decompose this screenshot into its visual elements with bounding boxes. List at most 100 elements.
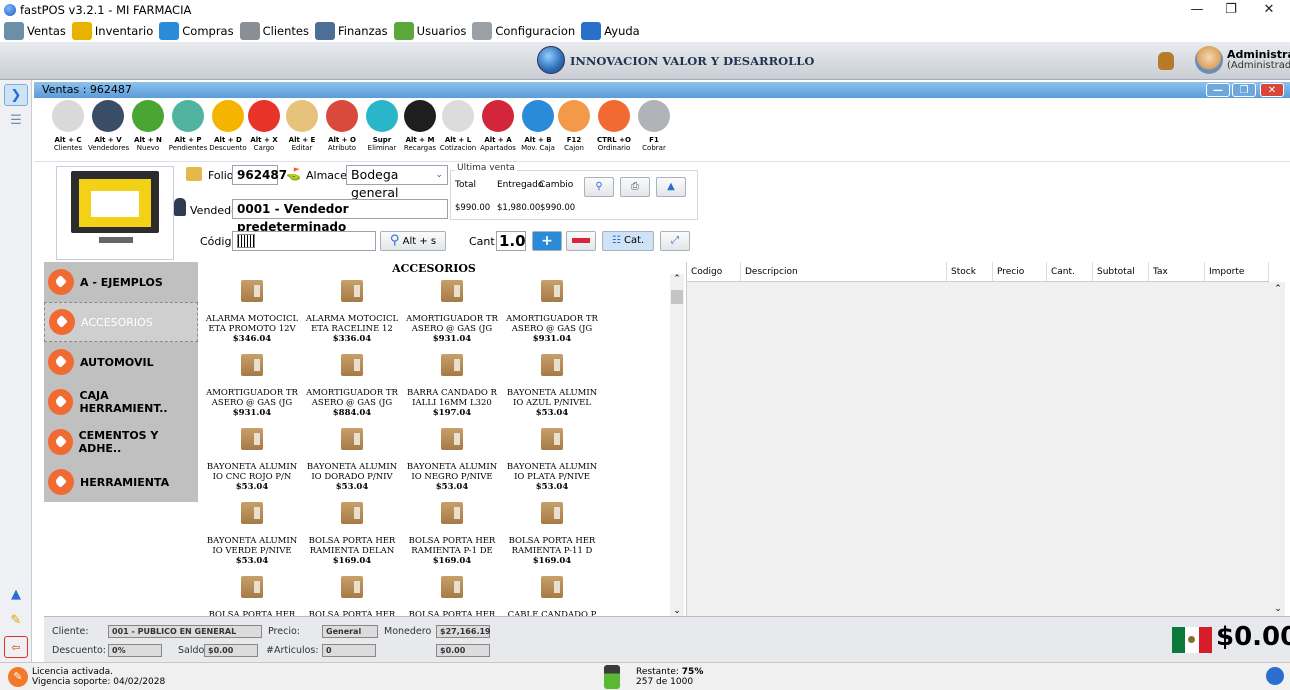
cart-column-header[interactable]: Importe: [1205, 262, 1269, 281]
codigo-input[interactable]: [232, 231, 376, 251]
cart-column-header[interactable]: Tax: [1149, 262, 1205, 281]
maximize-button[interactable]: ❐: [1214, 0, 1248, 20]
product-tile[interactable]: BARRA CANDADO R IALLI 16MM L320 $197.04: [402, 354, 502, 418]
category-item[interactable]: AUTOMOVIL: [44, 342, 198, 382]
tool-cotizacion[interactable]: Alt + L Cotizacion: [438, 100, 478, 152]
category-item[interactable]: CEMENTOS Y ADHE..: [44, 422, 198, 462]
product-price: $169.04: [332, 556, 372, 566]
search-product-button[interactable]: ⚲ Alt + s: [380, 231, 446, 251]
product-tile[interactable]: BOLSA PORTA HER: [402, 576, 502, 616]
product-tile[interactable]: BAYONETA ALUMIN IO CNC ROJO P/N $53.04: [202, 428, 302, 492]
almacen-select[interactable]: Bodega general ⌄: [346, 165, 448, 200]
cliente-value[interactable]: 001 - PUBLICO EN GENERAL: [108, 625, 262, 638]
cart-column-header[interactable]: Precio: [993, 262, 1047, 281]
product-scrollbar[interactable]: ⌃ ⌄: [670, 274, 684, 616]
product-tile[interactable]: BAYONETA ALUMIN IO PLATA P/NIVE $53.04: [502, 428, 602, 492]
tool-cargo[interactable]: Alt + X Cargo: [244, 100, 284, 152]
product-tile[interactable]: AMORTIGUADOR TR ASERO @ GAS (JG $931.04: [402, 280, 502, 344]
menu-ventas[interactable]: Ventas: [4, 22, 66, 40]
product-tile[interactable]: AMORTIGUADOR TR ASERO @ GAS (JG $884.04: [302, 354, 402, 418]
product-tile[interactable]: BOLSA PORTA HER RAMIENTA P-11 D $169.04: [502, 502, 602, 566]
tool-atributo[interactable]: Alt + O Atributo: [322, 100, 362, 152]
product-tile[interactable]: BOLSA PORTA HER RAMIENTA P-1 DE $169.04: [402, 502, 502, 566]
cant-input[interactable]: 1.0: [496, 231, 526, 251]
minimize-button[interactable]: —: [1180, 0, 1214, 20]
category-item[interactable]: HERRAMIENTA: [44, 462, 198, 502]
remove-qty-button[interactable]: [566, 231, 596, 251]
tool-cajon[interactable]: F12 Cajon: [554, 100, 594, 152]
product-tile[interactable]: ALARMA MOTOCICL ETA RACELINE 12 $336.04: [302, 280, 402, 344]
cart-scroll-down-icon[interactable]: ⌄: [1271, 604, 1285, 614]
cart-scroll-up-icon[interactable]: ⌃: [1271, 284, 1285, 294]
category-item[interactable]: A - EJEMPLOS: [44, 262, 198, 302]
product-tile[interactable]: BAYONETA ALUMIN IO NEGRO P/NIVE $53.04: [402, 428, 502, 492]
expand-nav-icon[interactable]: ❯: [4, 84, 28, 106]
scroll-thumb[interactable]: [671, 290, 683, 304]
add-qty-button[interactable]: +: [532, 231, 562, 251]
products-header: ACCESORIOS: [198, 262, 670, 275]
tool-editar[interactable]: Alt + E Editar: [282, 100, 322, 152]
tool-pendientes[interactable]: Alt + P Pendientes: [168, 100, 208, 152]
menu-inventario[interactable]: Inventario: [71, 22, 153, 40]
product-tile[interactable]: AMORTIGUADOR TR ASERO @ GAS (JG $931.04: [202, 354, 302, 418]
tool-clientes[interactable]: Alt + C Clientes: [48, 100, 88, 152]
doc-restore-button[interactable]: ❐: [1232, 83, 1256, 97]
product-tile[interactable]: CABLE CANDADO P: [502, 576, 602, 616]
close-window-button[interactable]: ✕: [1252, 0, 1286, 20]
vendedor-field[interactable]: 0001 - Vendedor predeterminado: [232, 199, 448, 234]
category-item[interactable]: ACCESORIOS: [44, 302, 198, 342]
menu-usuarios[interactable]: Usuarios: [393, 22, 466, 40]
tool-cobrar[interactable]: F1 Cobrar: [634, 100, 674, 152]
menu-ayuda[interactable]: Ayuda: [581, 22, 640, 40]
fullscreen-button[interactable]: ⤢: [660, 231, 690, 251]
cart-column-header[interactable]: Codigo: [687, 262, 741, 281]
catalog-button[interactable]: ☷ Cat.: [602, 231, 654, 251]
cart-column-header[interactable]: Subtotal: [1093, 262, 1149, 281]
product-tile[interactable]: BOLSA PORTA HER RAMIENTA DELAN $169.04: [302, 502, 402, 566]
folio-field[interactable]: 962487: [232, 165, 287, 185]
document-titlebar: Ventas : 962487 — ❐ ✕: [34, 82, 1290, 98]
tool-vendedores[interactable]: Alt + V Vendedores: [88, 100, 129, 152]
menu-clientes[interactable]: Clientes: [239, 22, 309, 40]
product-tile[interactable]: BOLSA PORTA HER: [302, 576, 402, 616]
product-tile[interactable]: BAYONETA ALUMIN IO AZUL P/NIVEL $53.04: [502, 354, 602, 418]
broom-icon[interactable]: ✎: [4, 610, 28, 632]
scroll-down-icon[interactable]: ⌄: [670, 606, 684, 616]
tool-descuento[interactable]: Alt + D Descuento: [208, 100, 248, 152]
sales-shortcut-icon[interactable]: ☰: [4, 110, 28, 132]
uv-print-button[interactable]: ⎙: [620, 177, 650, 197]
cart-scrollbar[interactable]: ⌃ ⌄: [1271, 282, 1285, 616]
menu-compras[interactable]: Compras: [159, 22, 234, 40]
avatar[interactable]: [1195, 46, 1223, 74]
doc-minimize-button[interactable]: —: [1206, 83, 1230, 97]
product-tile[interactable]: BAYONETA ALUMIN IO DORADO P/NIV $53.04: [302, 428, 402, 492]
money-bag-icon[interactable]: [1158, 52, 1174, 70]
menu-configuracion[interactable]: Configuracion: [472, 22, 575, 40]
product-tile[interactable]: ALARMA MOTOCICL ETA PROMOTO 12V $346.04: [202, 280, 302, 344]
tool-ordinario[interactable]: CTRL +O Ordinario: [594, 100, 634, 152]
menu-finanzas[interactable]: Finanzas: [314, 22, 388, 40]
product-tile[interactable]: BOLSA PORTA HER: [202, 576, 302, 616]
product-tile[interactable]: BAYONETA ALUMIN IO VERDE P/NIVE $53.04: [202, 502, 302, 566]
doc-close-button[interactable]: ✕: [1260, 83, 1284, 97]
tool-nuevo[interactable]: Alt + N Nuevo: [128, 100, 168, 152]
category-panel: A - EJEMPLOS ACCESORIOS AUTOMOVIL CAJA HERR…: [44, 262, 198, 502]
product-tile[interactable]: AMORTIGUADOR TR ASERO @ GAS (JG $931.04: [502, 280, 602, 344]
exit-icon[interactable]: ⇦: [4, 636, 28, 658]
tool-mov-caja[interactable]: Alt + B Mov. Caja: [518, 100, 558, 152]
category-item[interactable]: CAJA HERRAMIENT..: [44, 382, 198, 422]
scroll-up-icon[interactable]: ⌃: [670, 274, 684, 284]
tool-recargas[interactable]: Alt + M Recargas: [400, 100, 440, 152]
cart-column-header[interactable]: Descripcion: [741, 262, 947, 281]
uv-search-button[interactable]: ⚲: [584, 177, 614, 197]
tool-apartados[interactable]: Alt + A Apartados: [478, 100, 518, 152]
sale-total: $0.00: [1216, 622, 1290, 652]
chat-icon[interactable]: [1266, 667, 1284, 685]
cart-body[interactable]: [687, 282, 1285, 616]
uv-export-button[interactable]: ▲: [656, 177, 686, 197]
cart-column-header[interactable]: Stock: [947, 262, 993, 281]
cart-column-header[interactable]: Cant.: [1047, 262, 1093, 281]
product-name: AMORTIGUADOR TR ASERO @ GAS (JG: [206, 388, 298, 408]
collapse-up-icon[interactable]: ▲: [4, 584, 28, 606]
tool-eliminar[interactable]: Supr Eliminar: [362, 100, 402, 152]
